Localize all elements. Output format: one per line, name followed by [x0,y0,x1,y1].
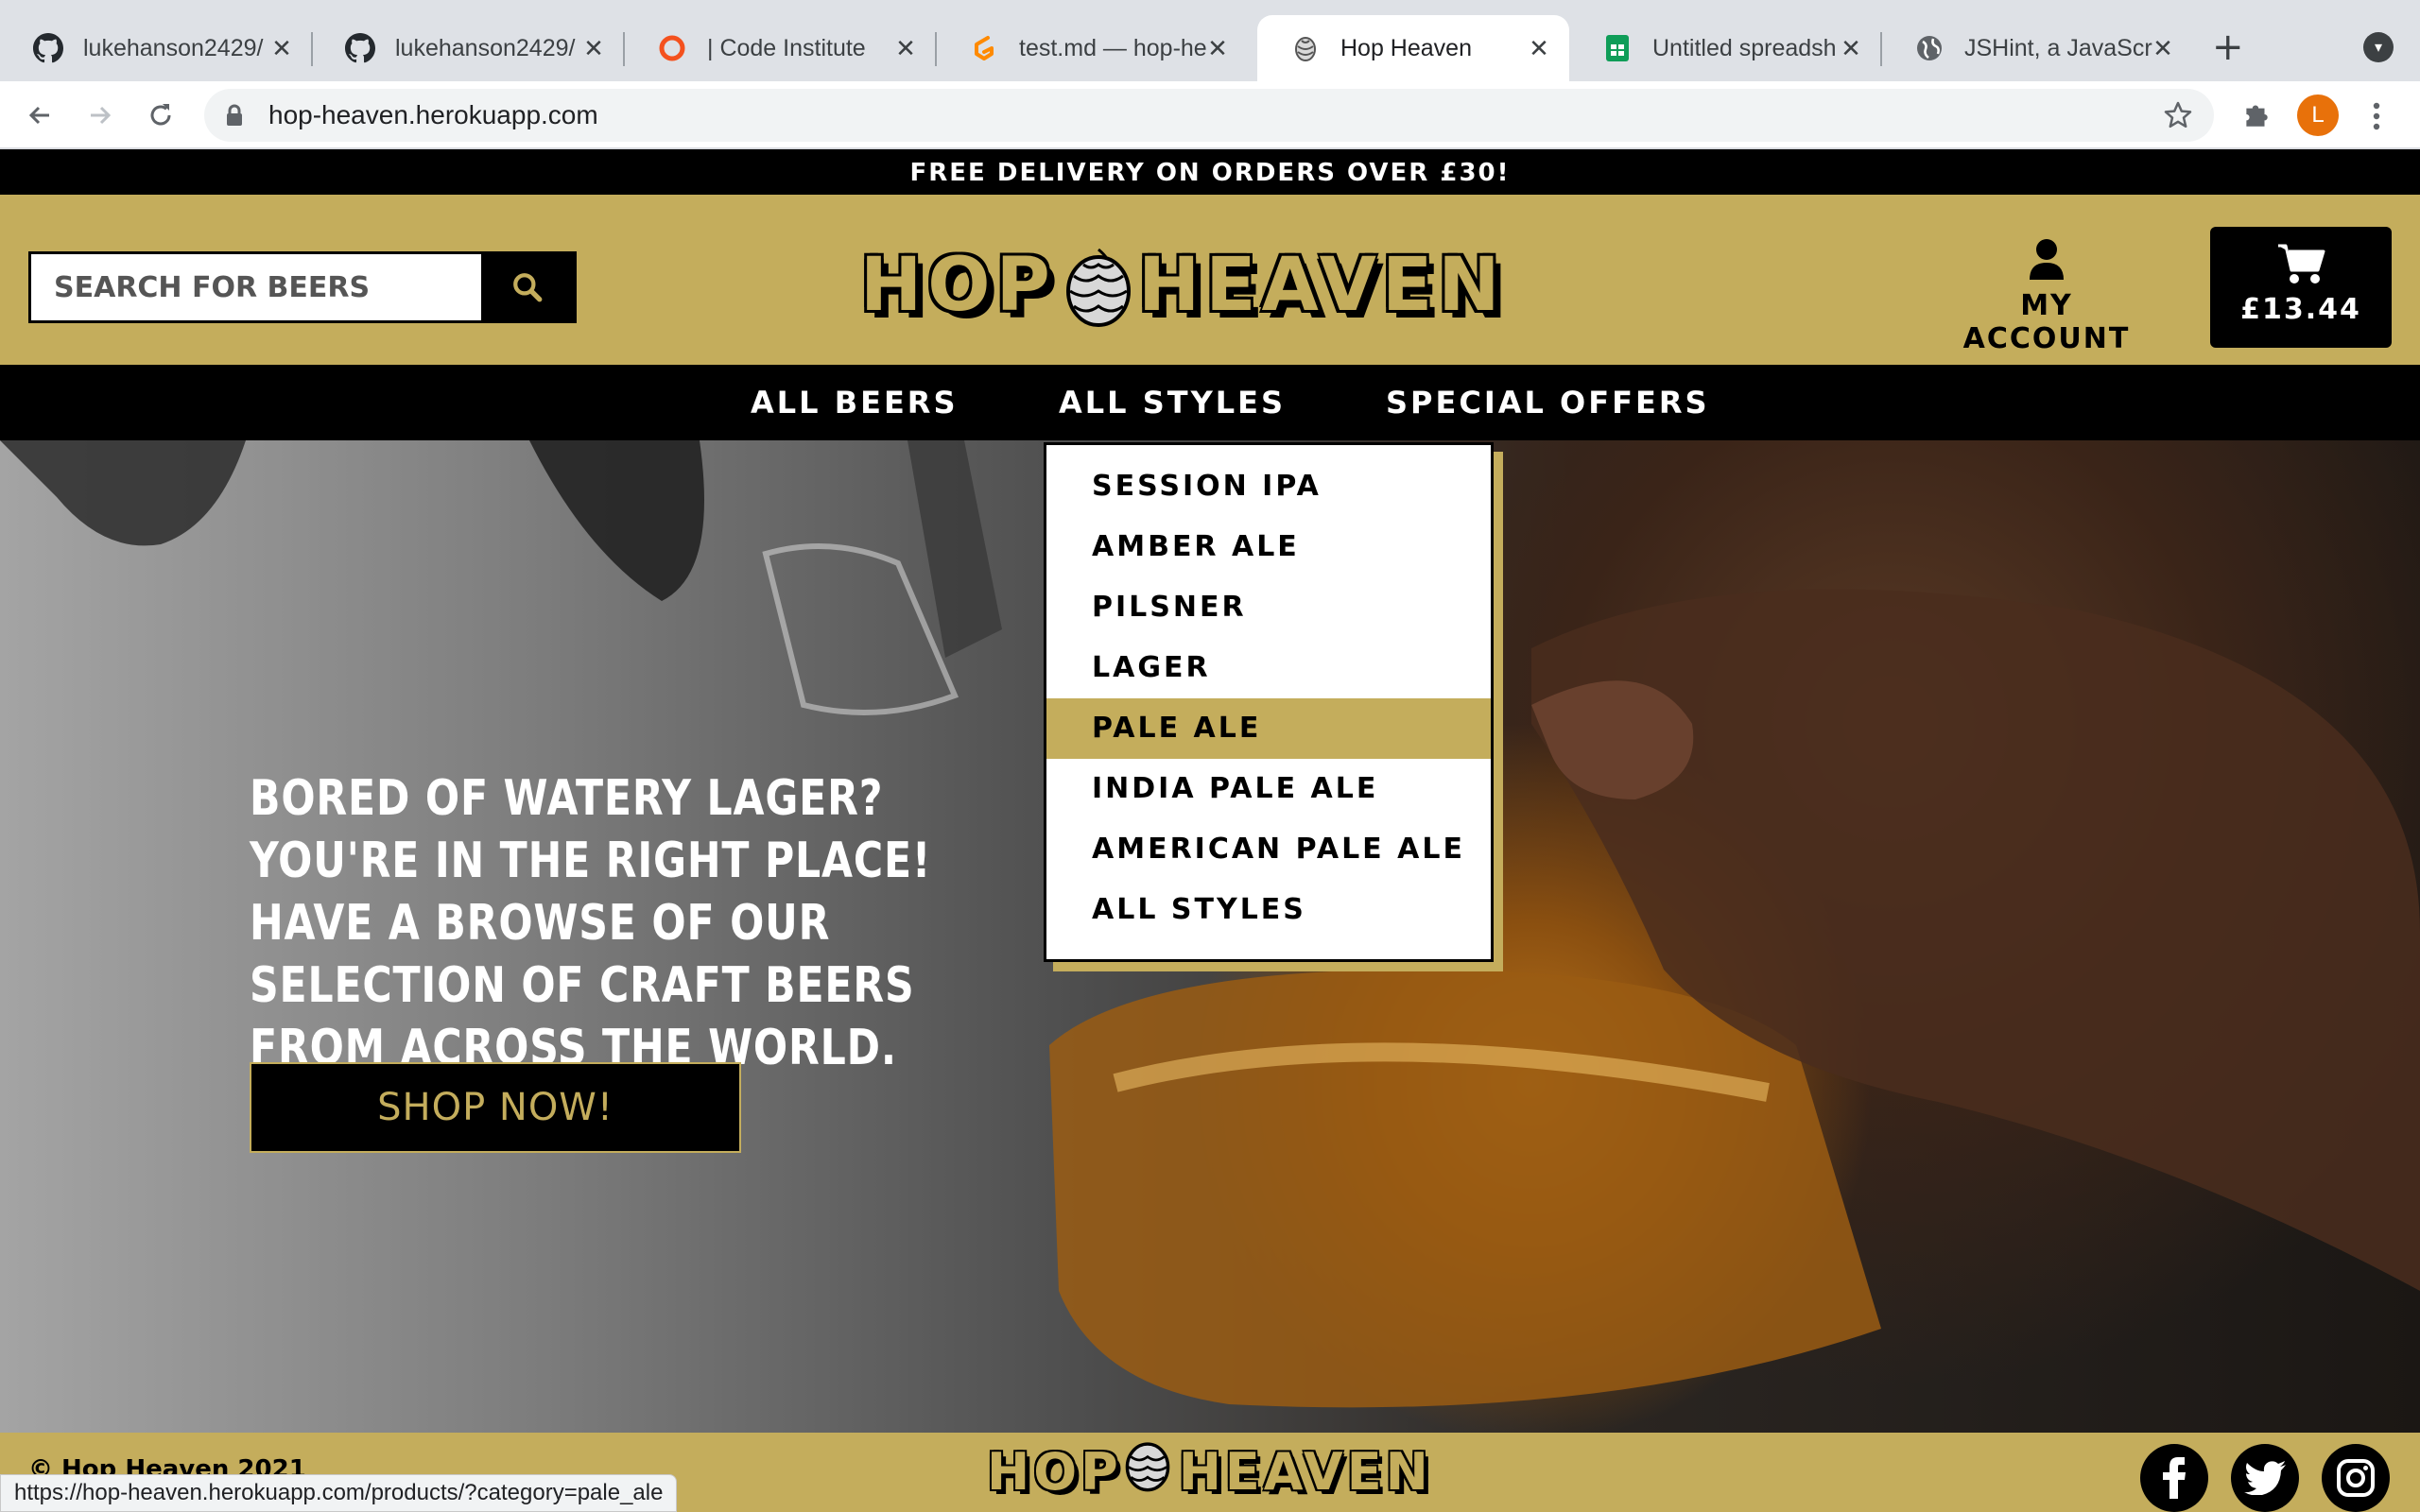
browser-tab[interactable]: lukehanson2429/ ✕ [0,15,313,81]
search-icon [513,273,543,302]
tab-title: JSHint, a JavaScr [1964,34,2152,61]
my-account-label: MY ACCOUNT [1962,289,2131,355]
dropdown-item-india-pale-ale[interactable]: INDIA PALE ALE [1046,759,1491,819]
browser-tab-active[interactable]: Hop Heaven ✕ [1257,15,1569,81]
new-tab-plus-icon[interactable]: + [2212,28,2244,66]
cart-total: £13.44 [2240,293,2361,326]
browser-tab[interactable]: JSHint, a JavaScr ✕ [1881,15,2193,81]
forward-arrow-icon[interactable] [81,96,119,134]
url-text: hop-heaven.herokuapp.com [268,100,598,129]
nav-all-styles[interactable]: ALL STYLES [1059,365,1286,440]
lock-icon[interactable] [225,104,244,130]
user-icon [2030,239,2064,280]
shop-now-button[interactable]: SHOP NOW! [250,1062,741,1153]
footer-logo-word-hop: HOP [987,1442,1122,1502]
tab-close-icon[interactable]: ✕ [2150,36,2176,62]
dropdown-item-pale-ale[interactable]: PALE ALE [1046,698,1491,759]
hop-icon [1289,32,1322,64]
globe-icon [1913,32,1945,64]
footer-logo[interactable]: HOP HEAVEN [987,1433,1432,1512]
main-navigation: ALL BEERS ALL STYLES SPECIAL OFFERS [0,365,2420,440]
all-styles-dropdown-menu: SESSION IPA AMBER ALE PILSNER LAGER PALE… [1044,442,1494,962]
search-button[interactable] [481,254,574,320]
gitpod-icon [968,32,1000,64]
instagram-icon[interactable] [2322,1444,2390,1512]
tab-title: | Code Institute [707,34,866,61]
browser-tab[interactable]: | Code Institute ✕ [624,15,937,81]
browser-tab[interactable]: test.md — hop-he ✕ [936,15,1248,81]
site-header: HOP HEAVEN MY ACCOUNT £13.44 [0,195,2420,365]
tab-close-icon[interactable]: ✕ [580,36,607,62]
tab-close-icon[interactable]: ✕ [1838,36,1864,62]
dropdown-item-amber-ale[interactable]: AMBER ALE [1046,517,1491,577]
github-icon [32,32,64,64]
link-status-bar: https://hop-heaven.herokuapp.com/product… [0,1474,678,1512]
dropdown-item-session-ipa[interactable]: SESSION IPA [1046,456,1491,517]
github-icon [344,32,376,64]
address-bar[interactable]: hop-heaven.herokuapp.com [204,89,2214,142]
footer-hop-cone-icon [1122,1435,1179,1512]
tab-title: test.md — hop-he [1019,34,1207,61]
nav-special-offers[interactable]: SPECIAL OFFERS [1386,365,1710,440]
bookmark-star-icon[interactable] [2163,100,2193,134]
dropdown-item-pilsner[interactable]: PILSNER [1046,577,1491,638]
tab-search-chevron-icon[interactable]: ▾ [2363,32,2394,62]
cart-icon [2278,244,2325,284]
search-input[interactable] [31,254,485,320]
nav-all-beers[interactable]: ALL BEERS [751,365,958,440]
tab-title: lukehanson2429/ [395,34,576,61]
promo-banner: FREE DELIVERY ON ORDERS OVER £30! [0,149,2420,195]
website: FREE DELIVERY ON ORDERS OVER £30! HOP HE… [0,149,2420,1512]
hop-cone-icon [1061,246,1136,331]
facebook-icon[interactable] [2140,1444,2208,1512]
dropdown-item-all-styles[interactable]: ALL STYLES [1046,880,1491,940]
logo-word-hop: HOP [860,243,1056,328]
browser-tab-strip: lukehanson2429/ ✕ lukehanson2429/ ✕ | Co… [0,0,2420,81]
extensions-puzzle-icon[interactable] [2240,98,2273,134]
footer-logo-word-heaven: HEAVEN [1178,1442,1432,1502]
my-account-link[interactable]: MY ACCOUNT [1938,238,2155,355]
reload-icon[interactable] [142,96,180,134]
tab-close-icon[interactable]: ✕ [1204,36,1231,62]
code-institute-icon [656,32,688,64]
sheets-icon [1601,32,1634,64]
tab-close-icon[interactable]: ✕ [268,36,295,62]
tab-close-icon[interactable]: ✕ [1526,36,1552,62]
twitter-icon[interactable] [2231,1444,2299,1512]
site-logo[interactable]: HOP HEAVEN [860,238,1522,333]
logo-word-heaven: HEAVEN [1138,243,1506,328]
tab-title: Hop Heaven [1340,34,1472,61]
browser-tab[interactable]: Untitled spreadsh ✕ [1569,15,1882,81]
shopping-cart-button[interactable]: £13.44 [2210,227,2392,348]
back-arrow-icon[interactable] [21,96,59,134]
hero-headline: BORED OF WATERY LAGER? YOU'RE IN THE RIG… [250,770,932,1076]
tab-title: Untitled spreadsh [1652,34,1837,61]
profile-avatar[interactable]: L [2297,94,2339,136]
dropdown-item-lager[interactable]: LAGER [1046,638,1491,698]
browser-tab[interactable]: lukehanson2429/ ✕ [312,15,625,81]
tab-title: lukehanson2429/ [83,34,264,61]
browser-toolbar: hop-heaven.herokuapp.com L [0,81,2420,149]
browser-menu-icon[interactable] [2367,100,2386,136]
tab-close-icon[interactable]: ✕ [892,36,919,62]
dropdown-item-american-pale-ale[interactable]: AMERICAN PALE ALE [1046,819,1491,880]
search-form [28,251,577,323]
